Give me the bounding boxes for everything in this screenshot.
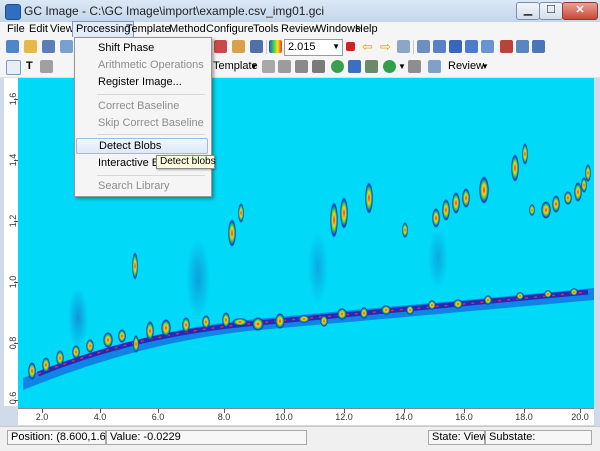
status-state: State: View [428,430,487,445]
x-tick-label: 20.0 [571,412,589,422]
chart-icon[interactable] [417,40,430,53]
menu-item-register-image[interactable]: Register Image... [76,75,208,89]
review-button[interactable]: Review [448,60,484,72]
x-tick-label: 4.0 [93,412,107,422]
menu-configure[interactable]: Configure [203,22,257,37]
x-tick-label: 2.0 [35,412,49,422]
open-folder-icon[interactable] [24,40,37,53]
x-tick-label: 8.0 [217,412,231,422]
target-icon[interactable] [383,60,396,73]
menu-tools[interactable]: Tools [250,22,282,37]
processing-menu: Shift Phase Arithmetic Operations Regist… [74,37,212,197]
menu-item-skip-correct-baseline[interactable]: Skip Correct Baseline [76,116,208,130]
brush-tool-icon[interactable] [408,60,421,73]
menu-item-arithmetic-operations[interactable]: Arithmetic Operations [76,58,208,72]
x-tick-label: 14.0 [395,412,413,422]
menu-separator [97,175,205,176]
y-tick-label: 0.8 [8,336,18,350]
image-view-icon[interactable] [465,40,478,53]
menu-item-correct-baseline[interactable]: Correct Baseline [76,99,208,113]
y-tick-label: 1.2 [8,214,18,228]
y-axis: 1.6 1.4 1.2 1.0 0.8 0.6 [4,78,19,406]
stop-icon[interactable] [346,42,355,51]
target-chevron-down-icon[interactable]: ▼ [398,62,406,71]
open-image-icon[interactable] [6,40,19,53]
template-chevron-down-icon[interactable]: ▼ [250,62,258,71]
status-value: Value: -0.0229 [106,430,307,445]
tools-icon[interactable] [232,40,245,53]
y-tick-label: 0.6 [8,391,18,405]
print-icon[interactable] [532,40,545,53]
menu-file[interactable]: File [4,22,28,37]
tooltip: Detect blobs [156,155,216,169]
delete-marks-icon[interactable] [214,40,227,53]
x-axis: 2.0 4.0 6.0 8.0 10.0 12.0 14.0 16.0 18.0… [18,408,594,425]
close-button[interactable]: ✕ [562,2,598,20]
x-tick-label: 6.0 [151,412,165,422]
refresh-icon[interactable] [331,60,344,73]
zoom-value: 2.015 [288,41,316,53]
table-icon[interactable] [481,40,494,53]
selection-tool-icon[interactable] [40,60,53,73]
y-tick-label: 1.0 [8,275,18,289]
menu-item-detect-blobs[interactable]: Detect Blobs [76,138,208,154]
zoom-select[interactable]: 2.015 ▼ [284,39,343,56]
color-scale-icon[interactable] [269,40,282,53]
app-icon [5,4,21,20]
minimize-button[interactable]: ▁ [516,2,540,20]
menu-bar: File Edit View Processing Template Metho… [0,21,600,38]
y-tick-label: 1.6 [8,92,18,106]
review-chevron-down-icon[interactable]: ▼ [481,62,489,71]
status-bar: Position: (8.600,1.680) Value: -0.0229 S… [0,426,600,451]
chevron-down-icon: ▼ [332,42,340,51]
calculator-icon[interactable] [250,40,263,53]
menu-item-search-library[interactable]: Search Library [76,179,208,193]
edit-tool-icon[interactable] [295,60,308,73]
report-icon[interactable] [500,40,513,53]
maximize-button[interactable]: ☐ [539,2,563,20]
text-tool-icon[interactable]: T [26,60,33,72]
x-tick-label: 16.0 [455,412,473,422]
menu-item-shift-phase[interactable]: Shift Phase [76,41,208,55]
3d-view-icon[interactable] [449,40,462,53]
filter-tool-icon[interactable] [365,60,378,73]
person-tool-icon[interactable] [278,60,291,73]
plot-icon[interactable] [433,40,446,53]
magnifier-icon[interactable] [6,60,21,75]
window-title: GC Image - C:\GC Image\import\example.cs… [24,4,325,18]
x-tick-label: 10.0 [275,412,293,422]
back-arrow-icon[interactable]: ⇦ [362,40,375,53]
status-position: Position: (8.600,1.680) [7,430,122,445]
x-tick-label: 18.0 [515,412,533,422]
pin-tool-icon[interactable] [262,60,275,73]
x-tick-label: 12.0 [335,412,353,422]
status-substate: Substate: [485,430,592,445]
y-tick-label: 1.4 [8,153,18,167]
menu-separator [97,134,205,135]
review-icon[interactable] [428,60,441,73]
menu-help[interactable]: Help [352,22,381,37]
menu-separator [97,94,205,95]
forward-arrow-icon[interactable]: ⇨ [380,40,393,53]
peak-tool-icon[interactable] [348,60,361,73]
properties-icon[interactable] [60,40,73,53]
export-icon[interactable] [516,40,529,53]
app-window: GC Image - C:\GC Image\import\example.cs… [0,0,600,451]
measure-tool-icon[interactable] [312,60,325,73]
save-icon[interactable] [42,40,55,53]
title-bar[interactable]: GC Image - C:\GC Image\import\example.cs… [0,0,600,23]
zoom-fit-icon[interactable] [397,40,410,53]
